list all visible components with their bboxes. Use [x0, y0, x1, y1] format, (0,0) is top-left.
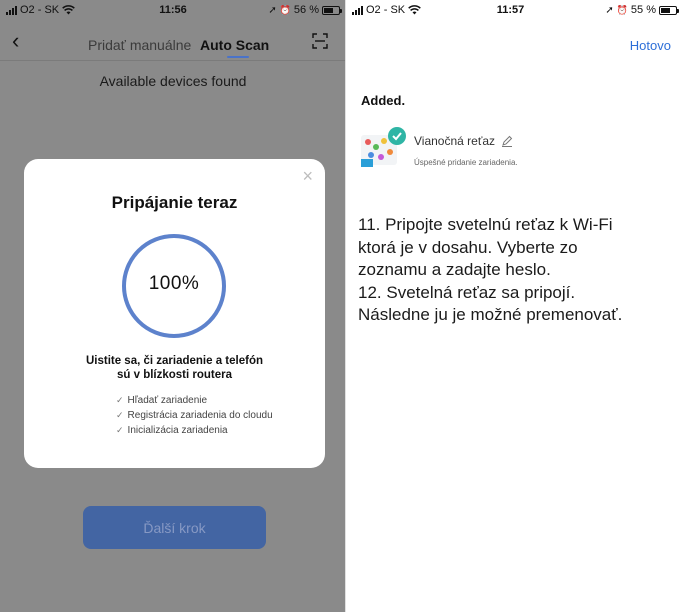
- close-icon[interactable]: ×: [302, 167, 313, 185]
- right-phone-screen: O2 - SK 11:57 ➚ ⏰ 55 % Hotovo Added. Via…: [346, 0, 683, 612]
- added-heading: Added.: [361, 93, 406, 108]
- location-icon: ➚: [605, 4, 614, 16]
- step-item: ✓ Inicializácia zariadenia: [116, 425, 228, 436]
- status-bar: O2 - SK 11:56 ➚ ⏰ 56 %: [0, 0, 346, 22]
- step-item: ✓ Hľadať zariadenie: [116, 395, 208, 406]
- top-nav: ‹ Pridať manuálne Auto Scan: [0, 28, 346, 58]
- back-chevron-icon[interactable]: ‹: [12, 30, 19, 52]
- device-added-status: Úspešné pridanie zariadenia.: [414, 158, 518, 167]
- dialog-title: Pripájanie teraz: [111, 193, 238, 212]
- next-step-button[interactable]: Ďalší krok: [83, 506, 266, 549]
- tab-auto-scan[interactable]: Auto Scan: [200, 37, 269, 53]
- check-icon: ✓: [116, 395, 124, 405]
- connecting-dialog: × Pripájanie teraz 100% Uistite sa, či z…: [24, 159, 325, 468]
- device-name-row: Vianočná reťaz: [414, 134, 513, 148]
- location-icon: ➚: [268, 4, 277, 16]
- alarm-icon: ⏰: [616, 4, 628, 15]
- battery-icon: [322, 5, 342, 15]
- nav-divider: [0, 60, 346, 61]
- left-phone-screen: O2 - SK 11:56 ➚ ⏰ 56 % ‹ Pridať manuálne…: [0, 0, 346, 612]
- battery-percent: 56 %: [293, 4, 319, 16]
- connection-steps: ✓ Hľadať zariadenie ✓ Registrácia zariaden…: [116, 393, 273, 438]
- check-icon: ✓: [116, 410, 124, 420]
- device-name: Vianočná reťaz: [414, 134, 495, 148]
- step-item: ✓ Registrácia zariadenia do cloudu: [116, 410, 273, 421]
- instruction-text: 11. Pripojte svetelnú reťaz k Wi-Fi ktor…: [358, 215, 623, 324]
- device-thumbnail-icon: [361, 127, 406, 167]
- proximity-hint: Uistite sa, či zariadenie a telefón sú v…: [85, 355, 264, 381]
- tab-add-manually[interactable]: Pridať manuálne: [88, 37, 191, 53]
- alarm-icon: ⏰: [279, 4, 291, 15]
- status-bar: O2 - SK 11:57 ➚ ⏰ 55 %: [346, 0, 683, 22]
- available-devices-heading: Available devices found: [99, 73, 247, 89]
- pencil-edit-icon[interactable]: [501, 135, 513, 147]
- progress-percent-label: 100%: [148, 273, 200, 294]
- progress-ring: 100%: [118, 230, 230, 342]
- done-button[interactable]: Hotovo: [630, 38, 671, 53]
- check-icon: ✓: [116, 425, 124, 435]
- active-tab-indicator: [227, 56, 249, 58]
- scan-icon[interactable]: [312, 33, 328, 49]
- battery-icon: [659, 5, 679, 15]
- battery-percent: 55 %: [630, 4, 656, 16]
